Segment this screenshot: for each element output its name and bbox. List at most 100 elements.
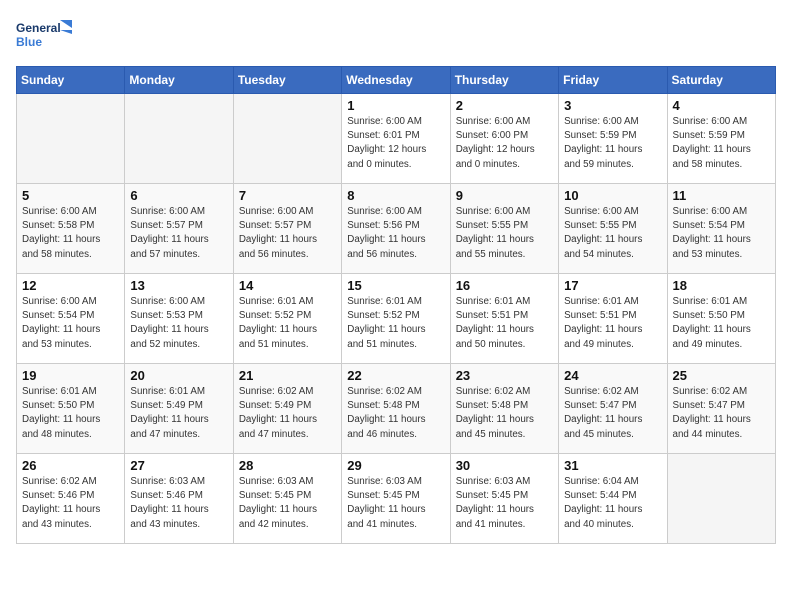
calendar-day-cell: 4Sunrise: 6:00 AM Sunset: 5:59 PM Daylig…: [667, 94, 775, 184]
day-info: Sunrise: 6:00 AM Sunset: 5:59 PM Dayligh…: [673, 115, 770, 172]
day-info: Sunrise: 6:00 AM Sunset: 5:59 PM Dayligh…: [564, 115, 661, 172]
day-info: Sunrise: 6:01 AM Sunset: 5:51 PM Dayligh…: [456, 295, 553, 352]
calendar-day-cell: 28Sunrise: 6:03 AM Sunset: 5:45 PM Dayli…: [233, 454, 341, 544]
day-info: Sunrise: 6:03 AM Sunset: 5:45 PM Dayligh…: [239, 475, 336, 532]
day-number: 11: [673, 188, 770, 203]
calendar-day-cell: 13 Sunrise: 6:00 AM Sunset: 5:53 PM Dayli…: [125, 274, 233, 364]
day-number: 26: [22, 458, 119, 473]
day-info: Sunrise: 6:00 AM Sunset: 5:56 PM Dayligh…: [347, 205, 444, 262]
calendar-day-cell: 6Sunrise: 6:00 AM Sunset: 5:57 PM Daylig…: [125, 184, 233, 274]
calendar-day-cell: 3 Sunrise: 6:00 AM Sunset: 5:59 PM Daylig…: [559, 94, 667, 184]
calendar-day-cell: 11 Sunrise: 6:00 AM Sunset: 5:54 PM Dayli…: [667, 184, 775, 274]
calendar-day-cell: 27 Sunrise: 6:03 AM Sunset: 5:46 PM Dayli…: [125, 454, 233, 544]
day-info: Sunrise: 6:02 AM Sunset: 5:46 PM Dayligh…: [22, 475, 119, 532]
calendar-day-cell: 18 Sunrise: 6:01 AM Sunset: 5:50 PM Dayli…: [667, 274, 775, 364]
calendar-day-cell: 19 Sunrise: 6:01 AM Sunset: 5:50 PM Dayli…: [17, 364, 125, 454]
day-number: 29: [347, 458, 444, 473]
calendar-day-cell: 9 Sunrise: 6:00 AM Sunset: 5:55 PM Daylig…: [450, 184, 558, 274]
day-info: Sunrise: 6:00 AM Sunset: 6:00 PM Dayligh…: [456, 115, 553, 172]
day-info: Sunrise: 6:00 AM Sunset: 6:01 PM Dayligh…: [347, 115, 444, 172]
calendar-day-cell: 29 Sunrise: 6:03 AM Sunset: 5:45 PM Dayli…: [342, 454, 450, 544]
day-info: Sunrise: 6:00 AM Sunset: 5:58 PM Dayligh…: [22, 205, 119, 262]
calendar-day-cell: 10 Sunrise: 6:00 AM Sunset: 5:55 PM Dayli…: [559, 184, 667, 274]
calendar-week-row: 1Sunrise: 6:00 AM Sunset: 6:01 PM Daylig…: [17, 94, 776, 184]
day-number: 14: [239, 278, 336, 293]
day-info: Sunrise: 6:01 AM Sunset: 5:49 PM Dayligh…: [130, 385, 227, 442]
day-info: Sunrise: 6:03 AM Sunset: 5:46 PM Dayligh…: [130, 475, 227, 532]
weekday-header: Wednesday: [342, 67, 450, 94]
logo-svg: General Blue: [16, 16, 76, 58]
weekday-header: Tuesday: [233, 67, 341, 94]
day-info: Sunrise: 6:01 AM Sunset: 5:52 PM Dayligh…: [347, 295, 444, 352]
day-info: Sunrise: 6:02 AM Sunset: 5:47 PM Dayligh…: [564, 385, 661, 442]
calendar-week-row: 5 Sunrise: 6:00 AM Sunset: 5:58 PM Daylig…: [17, 184, 776, 274]
day-number: 22: [347, 368, 444, 383]
calendar-day-cell: 7Sunrise: 6:00 AM Sunset: 5:57 PM Daylig…: [233, 184, 341, 274]
weekday-header: Saturday: [667, 67, 775, 94]
calendar-day-cell: 24Sunrise: 6:02 AM Sunset: 5:47 PM Dayli…: [559, 364, 667, 454]
day-number: 31: [564, 458, 661, 473]
day-number: 23: [456, 368, 553, 383]
day-info: Sunrise: 6:00 AM Sunset: 5:55 PM Dayligh…: [456, 205, 553, 262]
day-number: 12: [22, 278, 119, 293]
day-number: 15: [347, 278, 444, 293]
day-info: Sunrise: 6:00 AM Sunset: 5:57 PM Dayligh…: [130, 205, 227, 262]
calendar-table: SundayMondayTuesdayWednesdayThursdayFrid…: [16, 66, 776, 544]
weekday-header: Thursday: [450, 67, 558, 94]
day-number: 17: [564, 278, 661, 293]
calendar-day-cell: 14 Sunrise: 6:01 AM Sunset: 5:52 PM Dayli…: [233, 274, 341, 364]
day-info: Sunrise: 6:01 AM Sunset: 5:50 PM Dayligh…: [673, 295, 770, 352]
day-info: Sunrise: 6:00 AM Sunset: 5:55 PM Dayligh…: [564, 205, 661, 262]
weekday-header: Sunday: [17, 67, 125, 94]
page-header: General Blue: [16, 16, 776, 58]
weekday-header: Monday: [125, 67, 233, 94]
day-info: Sunrise: 6:00 AM Sunset: 5:57 PM Dayligh…: [239, 205, 336, 262]
calendar-week-row: 19 Sunrise: 6:01 AM Sunset: 5:50 PM Dayli…: [17, 364, 776, 454]
weekday-header: Friday: [559, 67, 667, 94]
calendar-day-cell: 2Sunrise: 6:00 AM Sunset: 6:00 PM Daylig…: [450, 94, 558, 184]
day-number: 20: [130, 368, 227, 383]
day-number: 19: [22, 368, 119, 383]
day-info: Sunrise: 6:00 AM Sunset: 5:54 PM Dayligh…: [22, 295, 119, 352]
day-info: Sunrise: 6:02 AM Sunset: 5:48 PM Dayligh…: [347, 385, 444, 442]
calendar-day-cell: 22 Sunrise: 6:02 AM Sunset: 5:48 PM Dayli…: [342, 364, 450, 454]
calendar-day-cell: 30 Sunrise: 6:03 AM Sunset: 5:45 PM Dayli…: [450, 454, 558, 544]
day-info: Sunrise: 6:02 AM Sunset: 5:49 PM Dayligh…: [239, 385, 336, 442]
day-number: 25: [673, 368, 770, 383]
day-info: Sunrise: 6:03 AM Sunset: 5:45 PM Dayligh…: [347, 475, 444, 532]
calendar-day-cell: [233, 94, 341, 184]
calendar-day-cell: [667, 454, 775, 544]
day-info: Sunrise: 6:03 AM Sunset: 5:45 PM Dayligh…: [456, 475, 553, 532]
day-number: 30: [456, 458, 553, 473]
day-number: 3: [564, 98, 661, 113]
calendar-day-cell: 17 Sunrise: 6:01 AM Sunset: 5:51 PM Dayli…: [559, 274, 667, 364]
calendar-week-row: 26 Sunrise: 6:02 AM Sunset: 5:46 PM Dayli…: [17, 454, 776, 544]
day-number: 8: [347, 188, 444, 203]
calendar-day-cell: 20 Sunrise: 6:01 AM Sunset: 5:49 PM Dayli…: [125, 364, 233, 454]
day-number: 21: [239, 368, 336, 383]
day-info: Sunrise: 6:04 AM Sunset: 5:44 PM Dayligh…: [564, 475, 661, 532]
calendar-day-cell: 23 Sunrise: 6:02 AM Sunset: 5:48 PM Dayli…: [450, 364, 558, 454]
day-info: Sunrise: 6:01 AM Sunset: 5:52 PM Dayligh…: [239, 295, 336, 352]
day-number: 9: [456, 188, 553, 203]
day-number: 10: [564, 188, 661, 203]
day-info: Sunrise: 6:00 AM Sunset: 5:53 PM Dayligh…: [130, 295, 227, 352]
calendar-day-cell: 25Sunrise: 6:02 AM Sunset: 5:47 PM Dayli…: [667, 364, 775, 454]
day-number: 13: [130, 278, 227, 293]
day-info: Sunrise: 6:01 AM Sunset: 5:51 PM Dayligh…: [564, 295, 661, 352]
day-info: Sunrise: 6:00 AM Sunset: 5:54 PM Dayligh…: [673, 205, 770, 262]
calendar-day-cell: 8 Sunrise: 6:00 AM Sunset: 5:56 PM Daylig…: [342, 184, 450, 274]
calendar-day-cell: [17, 94, 125, 184]
day-number: 27: [130, 458, 227, 473]
calendar-day-cell: 1Sunrise: 6:00 AM Sunset: 6:01 PM Daylig…: [342, 94, 450, 184]
calendar-day-cell: 26 Sunrise: 6:02 AM Sunset: 5:46 PM Dayli…: [17, 454, 125, 544]
day-info: Sunrise: 6:01 AM Sunset: 5:50 PM Dayligh…: [22, 385, 119, 442]
svg-text:Blue: Blue: [16, 35, 42, 49]
day-info: Sunrise: 6:02 AM Sunset: 5:48 PM Dayligh…: [456, 385, 553, 442]
day-number: 18: [673, 278, 770, 293]
calendar-day-cell: 5 Sunrise: 6:00 AM Sunset: 5:58 PM Daylig…: [17, 184, 125, 274]
calendar-day-cell: [125, 94, 233, 184]
calendar-header-row: SundayMondayTuesdayWednesdayThursdayFrid…: [17, 67, 776, 94]
day-number: 5: [22, 188, 119, 203]
svg-text:General: General: [16, 21, 61, 35]
